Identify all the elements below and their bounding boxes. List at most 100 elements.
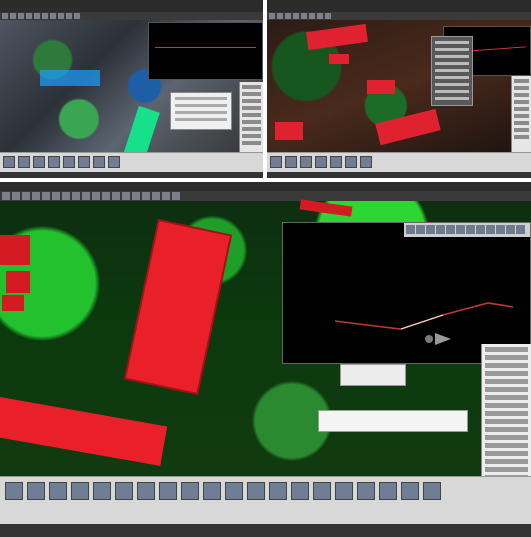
toolbar xyxy=(0,191,531,201)
tool-icon[interactable] xyxy=(132,192,140,200)
ribbon-tool-icon[interactable] xyxy=(5,482,23,500)
tool-icon[interactable] xyxy=(62,192,70,200)
dialog-field[interactable] xyxy=(175,111,227,114)
profile-line xyxy=(155,47,256,48)
tool-icon[interactable] xyxy=(58,13,64,19)
top-right-window xyxy=(267,0,531,178)
ribbon-tool-icon[interactable] xyxy=(18,156,30,168)
ribbon-tool-icon[interactable] xyxy=(335,482,353,500)
tool-icon[interactable] xyxy=(293,13,299,19)
ribbon-tool-icon[interactable] xyxy=(225,482,243,500)
ribbon-tool-icon[interactable] xyxy=(401,482,419,500)
tool-icon[interactable] xyxy=(317,13,323,19)
tool-icon[interactable] xyxy=(301,13,307,19)
ribbon-tool-icon[interactable] xyxy=(93,156,105,168)
ribbon-tool-icon[interactable] xyxy=(137,482,155,500)
tool-icon[interactable] xyxy=(34,13,40,19)
ribbon-tool-icon[interactable] xyxy=(247,482,265,500)
ribbon-tool-icon[interactable] xyxy=(345,156,357,168)
ribbon-tool-icon[interactable] xyxy=(360,156,372,168)
tool-icon[interactable] xyxy=(42,13,48,19)
building-roof xyxy=(0,235,30,265)
properties-sidebar[interactable] xyxy=(511,76,531,152)
tool-icon[interactable] xyxy=(285,13,291,19)
tool-icon[interactable] xyxy=(112,192,120,200)
ribbon-tool-icon[interactable] xyxy=(48,156,60,168)
tool-icon[interactable] xyxy=(172,192,180,200)
properties-sidebar[interactable] xyxy=(239,82,263,154)
tool-icon[interactable] xyxy=(122,192,130,200)
point-cloud-structure xyxy=(40,70,100,86)
tool-icon[interactable] xyxy=(72,192,80,200)
tool-icon[interactable] xyxy=(162,192,170,200)
tool-icon[interactable] xyxy=(50,13,56,19)
info-dialog[interactable] xyxy=(318,410,468,432)
tool-icon[interactable] xyxy=(277,13,283,19)
ribbon-tool-icon[interactable] xyxy=(330,156,342,168)
tool-icon[interactable] xyxy=(52,192,60,200)
status-bar xyxy=(0,172,263,178)
tool-icon[interactable] xyxy=(26,13,32,19)
ribbon-tool-icon[interactable] xyxy=(203,482,221,500)
ribbon-tool-icon[interactable] xyxy=(313,482,331,500)
building-roof xyxy=(367,80,395,94)
tool-icon[interactable] xyxy=(10,13,16,19)
tool-icon[interactable] xyxy=(18,13,24,19)
toolbar xyxy=(0,12,263,20)
tool-icon[interactable] xyxy=(92,192,100,200)
profile-line xyxy=(334,302,514,330)
ribbon-tool-icon[interactable] xyxy=(291,482,309,500)
ribbon-tool-icon[interactable] xyxy=(33,156,45,168)
tool-icon[interactable] xyxy=(2,13,8,19)
ribbon-tool-icon[interactable] xyxy=(357,482,375,500)
arrow-right-icon[interactable] xyxy=(425,333,451,345)
tool-icon[interactable] xyxy=(74,13,80,19)
dialog-field[interactable] xyxy=(175,118,227,121)
building-roof xyxy=(375,108,441,146)
ribbon-tool-icon[interactable] xyxy=(27,482,45,500)
ribbon-tool-icon[interactable] xyxy=(78,156,90,168)
tool-icon[interactable] xyxy=(309,13,315,19)
ribbon-tool-icon[interactable] xyxy=(49,482,67,500)
tool-icon[interactable] xyxy=(142,192,150,200)
building-roof xyxy=(329,54,349,64)
tool-icon[interactable] xyxy=(66,13,72,19)
building-roof xyxy=(2,295,24,311)
ribbon-tool-icon[interactable] xyxy=(63,156,75,168)
tool-icon[interactable] xyxy=(269,13,275,19)
settings-dialog[interactable] xyxy=(170,92,232,130)
ribbon-tool-icon[interactable] xyxy=(423,482,441,500)
tool-icon[interactable] xyxy=(325,13,331,19)
ribbon-tool-icon[interactable] xyxy=(159,482,177,500)
ribbon-tool-icon[interactable] xyxy=(300,156,312,168)
tool-icon[interactable] xyxy=(2,192,10,200)
ribbon-tool-icon[interactable] xyxy=(379,482,397,500)
profile-window[interactable] xyxy=(282,222,531,364)
ribbon-tool-icon[interactable] xyxy=(71,482,89,500)
options-dialog[interactable] xyxy=(340,364,406,386)
dialog-field[interactable] xyxy=(175,97,227,100)
ribbon-tool-icon[interactable] xyxy=(108,156,120,168)
building-roof xyxy=(306,23,368,51)
tool-icon[interactable] xyxy=(42,192,50,200)
window-title xyxy=(267,0,531,12)
toolbar xyxy=(267,12,531,20)
dialog-field[interactable] xyxy=(175,104,227,107)
ribbon-tool-icon[interactable] xyxy=(269,482,287,500)
tool-icon[interactable] xyxy=(152,192,160,200)
profile-view[interactable] xyxy=(148,22,263,80)
ribbon-tool-icon[interactable] xyxy=(270,156,282,168)
tool-icon[interactable] xyxy=(82,192,90,200)
tool-icon[interactable] xyxy=(102,192,110,200)
layers-dialog[interactable] xyxy=(431,36,473,106)
tool-icon[interactable] xyxy=(32,192,40,200)
ribbon-tool-icon[interactable] xyxy=(285,156,297,168)
building-roof xyxy=(275,122,303,140)
tool-icon[interactable] xyxy=(12,192,20,200)
ribbon-tool-icon[interactable] xyxy=(115,482,133,500)
ribbon-tool-icon[interactable] xyxy=(181,482,199,500)
ribbon-tool-icon[interactable] xyxy=(315,156,327,168)
ribbon-tool-icon[interactable] xyxy=(3,156,15,168)
tool-icon[interactable] xyxy=(22,192,30,200)
ribbon-tool-icon[interactable] xyxy=(93,482,111,500)
